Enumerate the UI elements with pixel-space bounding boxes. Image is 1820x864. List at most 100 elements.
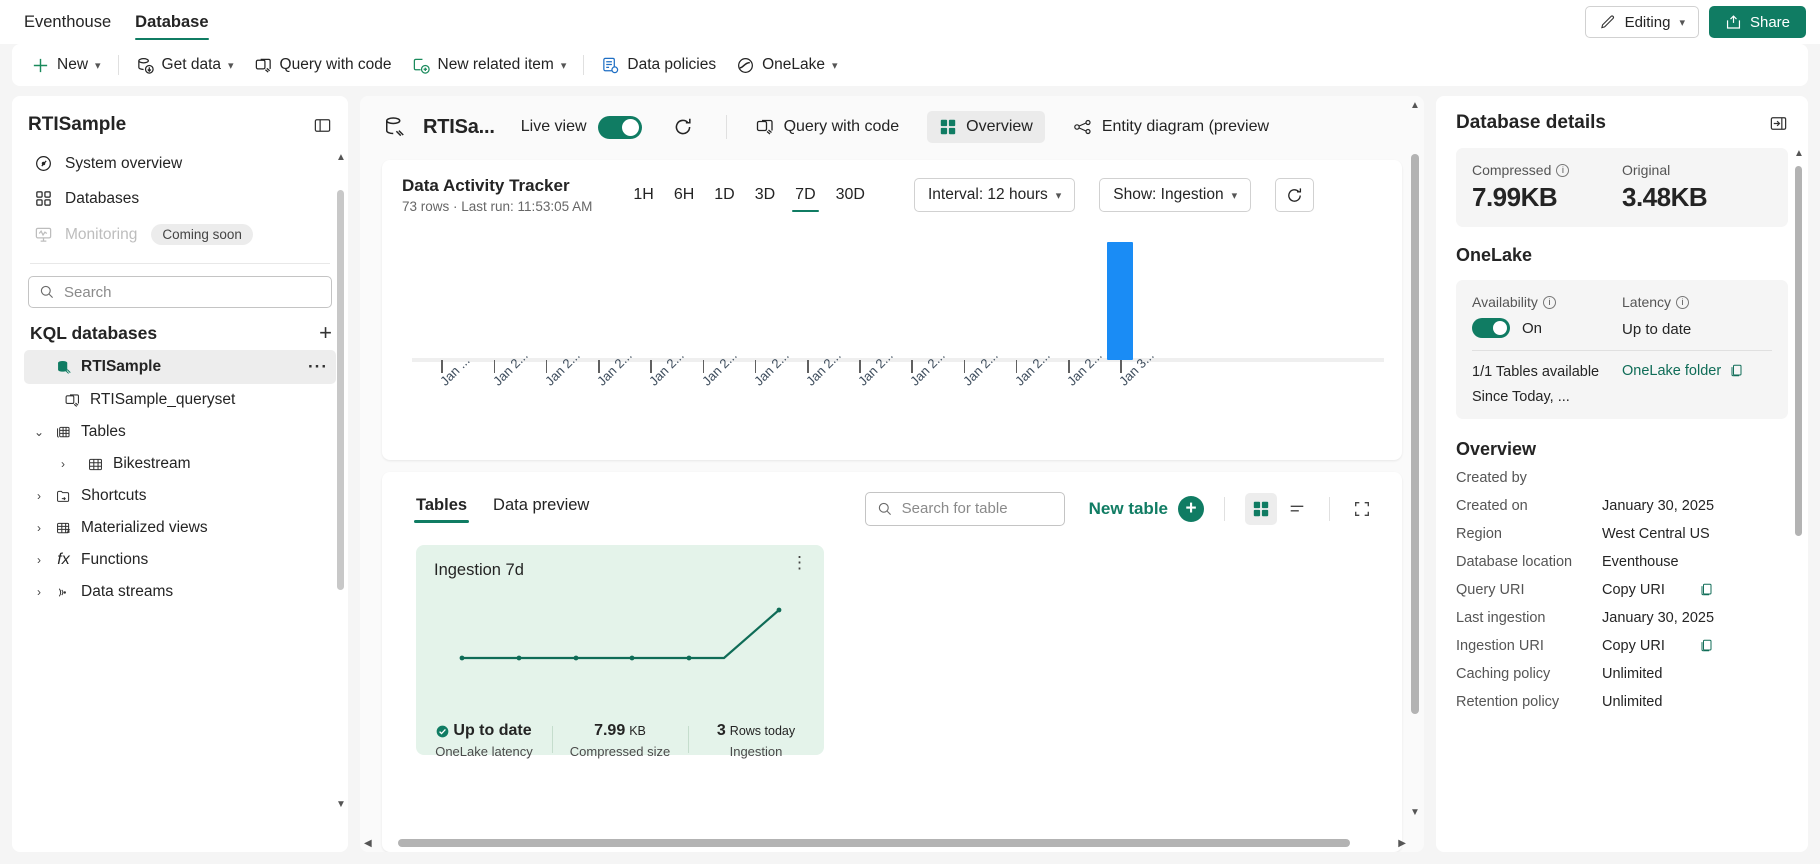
new-button[interactable]: New ▾	[22, 49, 110, 81]
range-3d[interactable]: 3D	[746, 182, 784, 208]
tree-item-rtisample[interactable]: RTISample ···	[24, 350, 336, 384]
info-icon[interactable]: i	[1676, 295, 1690, 309]
scroll-right-arrow[interactable]: ▶	[1398, 838, 1406, 849]
materialized-views-icon	[55, 520, 72, 537]
tree-item-functions[interactable]: › fx Functions	[24, 544, 336, 576]
chart-x-label: Jan 2...	[646, 347, 688, 389]
scroll-thumb[interactable]	[1411, 154, 1419, 714]
onelake-folder-block: OneLake folder	[1622, 363, 1772, 405]
onelake-folder-link[interactable]: OneLake folder	[1622, 363, 1721, 379]
availability-toggle[interactable]	[1472, 318, 1510, 338]
overview-tab-label: Overview	[966, 118, 1033, 135]
scroll-down-arrow[interactable]: ▼	[1410, 807, 1420, 818]
copy-icon[interactable]	[1699, 582, 1714, 598]
scroll-up-arrow[interactable]: ▲	[1410, 100, 1420, 111]
range-7d[interactable]: 7D	[786, 182, 824, 212]
tree-item-materialized-views[interactable]: › Materialized views	[24, 512, 336, 544]
show-dropdown[interactable]: Show: Ingestion ▾	[1099, 178, 1252, 212]
scroll-thumb[interactable]	[337, 190, 344, 590]
overview-row-link[interactable]: Copy URI	[1602, 638, 1665, 654]
tree-item-tables[interactable]: ⌄ Tables	[24, 416, 336, 448]
scroll-track[interactable]	[384, 839, 1387, 847]
fullscreen-button[interactable]	[1346, 493, 1378, 525]
scroll-up-arrow[interactable]: ▲	[1794, 148, 1804, 159]
expand-panel-button[interactable]	[1769, 114, 1788, 133]
top-tab-database[interactable]: Database	[125, 0, 218, 44]
database-tree: RTISample ··· RTISample_queryset ⌄ Table…	[12, 350, 348, 608]
info-icon[interactable]: i	[1556, 163, 1570, 177]
center-vertical-scrollbar[interactable]: ▲ ▼	[1408, 100, 1422, 818]
tables-divider-2	[1329, 496, 1330, 521]
chevron-right-icon[interactable]: ›	[32, 489, 46, 503]
copy-icon[interactable]	[1729, 363, 1744, 378]
range-1h[interactable]: 1H	[624, 182, 662, 208]
interval-dropdown[interactable]: Interval: 12 hours ▾	[913, 178, 1076, 212]
table-tile-ingestion-7d[interactable]: Ingestion 7d ⋮ Up to date OneLake latenc…	[416, 545, 824, 759]
query-with-code-tab[interactable]: Query with code	[743, 110, 912, 144]
scroll-thumb[interactable]	[397, 839, 1351, 847]
chart-x-label: Jan 2...	[489, 347, 531, 389]
tile-more-button[interactable]: ⋮	[791, 554, 808, 570]
center-horizontal-scrollbar[interactable]: ◀ ▶	[364, 836, 1406, 850]
tree-item-bikestream[interactable]: › Bikestream	[24, 448, 336, 480]
scroll-left-arrow[interactable]: ◀	[364, 838, 372, 849]
table-search-input[interactable]: Search for table	[864, 491, 1065, 526]
entity-diagram-tab[interactable]: Entity diagram (preview	[1061, 110, 1281, 144]
onelake-button[interactable]: OneLake ▾	[727, 49, 846, 81]
tracker-refresh-button[interactable]	[1275, 178, 1315, 212]
refresh-button[interactable]	[666, 110, 700, 144]
add-database-button[interactable]: +	[319, 322, 332, 344]
chart-x-label: Jan 2...	[1064, 347, 1105, 389]
range-1d[interactable]: 1D	[705, 182, 743, 208]
explorer-scrollbar[interactable]: ▲ ▼	[336, 152, 346, 810]
explorer-search-input[interactable]: Search	[28, 276, 332, 308]
search-icon	[39, 284, 55, 300]
tree-item-shortcuts[interactable]: › Shortcuts	[24, 480, 336, 512]
overview-row: Created by	[1456, 464, 1788, 492]
info-icon[interactable]: i	[1542, 295, 1556, 309]
explorer-header: RTISample	[12, 96, 348, 146]
tree-item-more-button[interactable]: ···	[308, 357, 328, 377]
tab-data-preview[interactable]: Data preview	[483, 490, 599, 527]
sidebar-item-system-overview[interactable]: System overview	[24, 146, 336, 181]
range-30d[interactable]: 30D	[827, 182, 874, 208]
chart-bar[interactable]	[1107, 242, 1134, 360]
overview-row-link[interactable]: Copy URI	[1602, 582, 1665, 598]
chevron-down-icon[interactable]: ⌄	[32, 425, 46, 439]
chevron-right-icon[interactable]: ›	[56, 457, 70, 471]
top-tab-eventhouse[interactable]: Eventhouse	[14, 0, 121, 44]
tile-view-button[interactable]	[1245, 492, 1277, 525]
scroll-up-arrow[interactable]: ▲	[336, 152, 346, 163]
tab-tables[interactable]: Tables	[406, 490, 477, 527]
queryset-icon	[64, 392, 81, 409]
new-related-item-button[interactable]: New related item ▾	[403, 49, 576, 81]
chevron-right-icon[interactable]: ›	[32, 521, 46, 535]
copy-icon[interactable]	[1699, 638, 1714, 654]
query-with-code-button[interactable]: Query with code	[245, 49, 401, 81]
data-policies-button[interactable]: Data policies	[592, 49, 725, 81]
scroll-thumb[interactable]	[1795, 166, 1802, 536]
chart-x-label: Jan 2...	[541, 347, 583, 389]
chart-x-label: Jan 2...	[594, 347, 635, 389]
get-data-button[interactable]: Get data ▾	[127, 49, 243, 81]
share-button[interactable]: Share	[1708, 6, 1806, 38]
compressed-label: Compressed i	[1472, 162, 1622, 178]
compressed-value: 7.99KB	[1472, 182, 1558, 212]
tree-item-data-streams[interactable]: › Data streams	[24, 576, 336, 608]
data-streams-icon	[55, 584, 72, 601]
live-view-toggle[interactable]	[597, 115, 642, 139]
new-table-button[interactable]: New table +	[1089, 495, 1204, 522]
scroll-down-arrow[interactable]: ▼	[336, 799, 346, 810]
editing-button[interactable]: Editing ▾	[1584, 6, 1699, 38]
collapse-panel-button[interactable]	[313, 116, 332, 135]
chevron-right-icon[interactable]: ›	[32, 585, 46, 599]
original-value: 3.48KB	[1622, 182, 1708, 212]
details-scrollbar[interactable]: ▲	[1794, 148, 1804, 840]
list-view-button[interactable]	[1281, 493, 1313, 525]
tables-divider	[1224, 496, 1225, 521]
sidebar-item-databases[interactable]: Databases	[24, 181, 336, 216]
tree-item-rtisample-queryset[interactable]: RTISample_queryset	[24, 384, 336, 416]
overview-tab[interactable]: Overview	[927, 111, 1045, 143]
chevron-right-icon[interactable]: ›	[32, 553, 46, 567]
range-6h[interactable]: 6H	[665, 182, 703, 208]
